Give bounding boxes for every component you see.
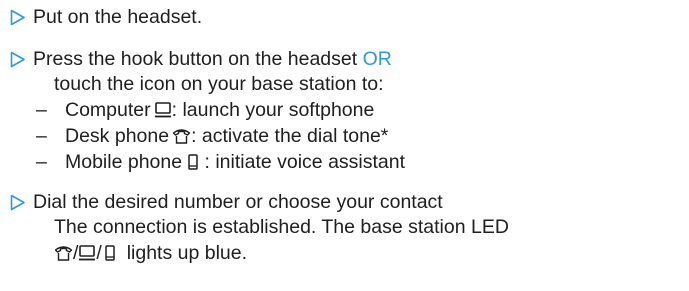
computer-icon [154,101,172,119]
instruction-document: Put on the headset. Press the hook butto… [0,0,689,291]
mobile-phone-icon [187,153,199,171]
step-2-line-1-text: Press the hook button on the headset [33,48,358,70]
step-3-line-2: The connection is established. The base … [54,216,509,238]
desk-phone-icon [172,127,191,145]
list-item-computer-text: Computer : launch your softphone [65,97,374,124]
list-dash: – [36,151,47,173]
list-dash: – [36,125,47,147]
mobile-phone-icon [104,244,116,262]
list-item-mobile-phone-text: Mobile phone : initiate voice assistant [65,149,405,176]
step-3-line-1: Dial the desired number or choose your c… [33,191,443,213]
or-keyword: OR [362,48,392,70]
desk-phone-desc: : activate the dial tone* [191,125,389,147]
step-2-line-2: touch the icon on your base station to: [54,73,384,95]
computer-icon [78,244,96,262]
step-arrow-icon [10,51,26,68]
list-item-desk-phone-text: Desk phone : activate the dial tone* [65,123,388,150]
step-arrow-icon [10,9,26,26]
mobile-phone-label: Mobile phone [65,151,183,173]
list-dash: – [36,99,47,121]
desk-phone-label: Desk phone [65,125,170,147]
separator: / [96,242,102,264]
computer-label: Computer [65,99,151,121]
computer-desc: : launch your softphone [171,99,375,121]
step-1-text: Put on the headset. [33,6,203,28]
step-arrow-icon [10,194,26,211]
desk-phone-icon [54,244,73,262]
step-3-line-3: / / lights up blue. [54,240,247,267]
step-3-line-3-text: lights up blue. [126,242,248,264]
step-2-line-1: Press the hook button on the headset OR [33,46,392,73]
mobile-phone-desc: : initiate voice assistant [199,151,406,173]
